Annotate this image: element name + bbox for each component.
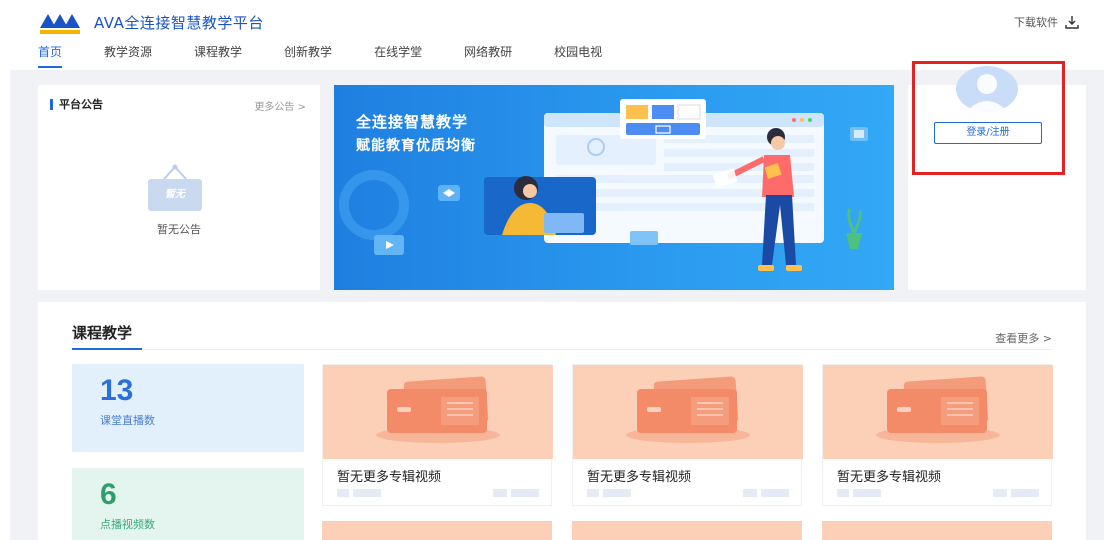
login-register-button[interactable]: 登录/注册 — [934, 122, 1042, 144]
live-class-label: 课堂直播数 — [100, 414, 155, 427]
banner-headline: 全连接智慧教学 — [356, 113, 469, 131]
folder-placeholder-icon — [876, 376, 1000, 443]
vod-stat[interactable]: 6 点播视频数 — [72, 468, 304, 540]
nav-campus-tv[interactable]: 校园电视 — [554, 44, 602, 68]
video-thumbnail — [573, 365, 803, 459]
placeholder-bar — [993, 489, 1007, 497]
placeholder-bar — [743, 489, 757, 497]
video-thumbnail — [323, 365, 553, 459]
nav-innovative-teaching[interactable]: 创新教学 — [284, 44, 332, 68]
banner-subheadline: 赋能教育优质均衡 — [356, 138, 476, 154]
main-nav: 首页 教学资源 课程教学 创新教学 在线学堂 网络教研 校园电视 — [38, 44, 644, 68]
download-label: 下载软件 — [1014, 16, 1058, 29]
video-title: 暂无更多专辑视频 — [337, 470, 442, 485]
download-icon — [1065, 16, 1079, 29]
placeholder-bar — [587, 489, 599, 497]
download-software-button[interactable]: 下载软件 — [1014, 14, 1080, 30]
video-thumbnail — [823, 365, 1053, 459]
user-avatar-icon — [966, 74, 1008, 112]
video-card-next-row[interactable] — [572, 521, 802, 540]
placeholder-bar — [511, 489, 539, 497]
folder-placeholder-icon — [626, 376, 750, 443]
hero-banner[interactable]: 全连接智慧教学 赋能教育优质均衡 — [334, 85, 894, 290]
placeholder-bar — [603, 489, 631, 497]
placeholder-bar — [1011, 489, 1039, 497]
vod-count: 6 — [100, 478, 117, 511]
placeholder-bar — [337, 489, 349, 497]
platform-notice-card: 平台公告 更多公告 > 暂无 暂无公告 — [38, 85, 320, 290]
video-card-next-row[interactable] — [322, 521, 552, 540]
placeholder-bar — [853, 489, 881, 497]
video-title: 暂无更多专辑视频 — [837, 470, 942, 485]
more-notices-link[interactable]: 更多公告 > — [254, 98, 306, 113]
nav-teaching-resources[interactable]: 教学资源 — [104, 44, 152, 68]
section-title-underline — [72, 348, 142, 350]
user-avatar — [956, 66, 1018, 112]
placeholder-bar — [837, 489, 849, 497]
live-class-stat[interactable]: 13 课堂直播数 — [72, 364, 304, 452]
live-class-count: 13 — [100, 374, 134, 407]
placeholder-bar — [353, 489, 381, 497]
ava-logo — [40, 14, 80, 34]
section-title: 课程教学 — [72, 324, 133, 342]
nav-home[interactable]: 首页 — [38, 44, 63, 68]
nav-online-classroom[interactable]: 在线学堂 — [374, 44, 422, 68]
section-divider — [72, 349, 1052, 350]
folder-placeholder-icon — [376, 376, 500, 443]
placeholder-bar — [761, 489, 789, 497]
nav-online-research[interactable]: 网络教研 — [464, 44, 512, 68]
view-more-link[interactable]: 查看更多 > — [995, 330, 1052, 346]
empty-sign-text: 暂无 — [165, 189, 185, 200]
empty-notice-text: 暂无公告 — [157, 223, 201, 236]
video-card[interactable]: 暂无更多专辑视频 — [572, 364, 803, 506]
video-card-next-row[interactable] — [822, 521, 1052, 540]
platform-title: AVA全连接智慧教学平台 — [94, 14, 264, 32]
vod-label: 点播视频数 — [100, 518, 155, 531]
video-card[interactable]: 暂无更多专辑视频 — [822, 364, 1053, 506]
top-header: AVA全连接智慧教学平台 首页 教学资源 课程教学 创新教学 在线学堂 网络教研… — [0, 0, 1104, 68]
placeholder-bar — [493, 489, 507, 497]
nav-course-teaching[interactable]: 课程教学 — [194, 44, 242, 68]
video-card[interactable]: 暂无更多专辑视频 — [322, 364, 553, 506]
notice-title: 平台公告 — [50, 99, 103, 110]
video-title: 暂无更多专辑视频 — [587, 470, 692, 485]
course-teaching-section: 课程教学 查看更多 > 13 课堂直播数 6 点播视频数 暂无更多专辑视频 暂无… — [38, 302, 1086, 540]
